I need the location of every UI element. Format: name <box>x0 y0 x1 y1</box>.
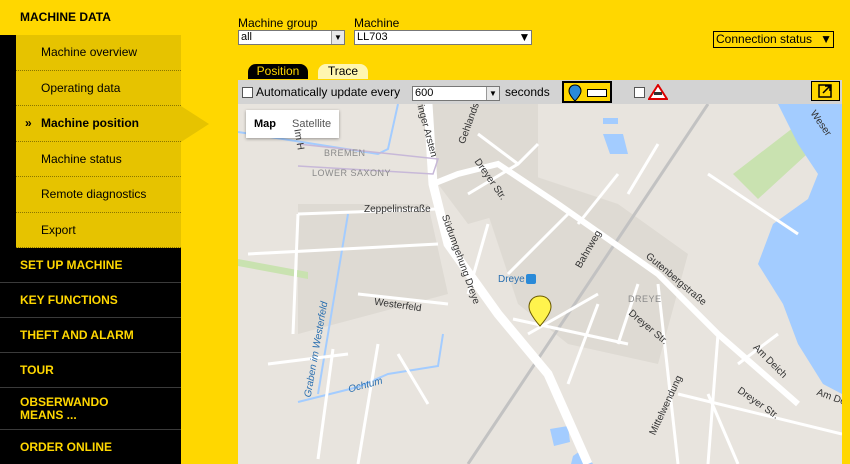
chevron-down-icon: ▼ <box>331 31 344 44</box>
nav-section-key-functions[interactable]: KEY FUNCTIONS <box>0 283 181 318</box>
tab-trace[interactable]: Trace <box>318 64 368 79</box>
nav-section-order-online[interactable]: ORDER ONLINE <box>0 430 181 464</box>
fullscreen-button[interactable] <box>811 81 840 101</box>
warning-triangle-icon <box>648 84 668 100</box>
sidebar-item-label: Operating data <box>41 80 121 95</box>
nav-section-set-up-machine[interactable]: SET UP MACHINE <box>0 248 181 283</box>
map-type-map-button[interactable]: Map <box>246 110 284 138</box>
map-canvas <box>238 104 842 464</box>
sidebar-item-label: Remote diagnostics <box>41 187 147 201</box>
map-view[interactable]: Map Satellite Weser BREMEN LOWER SAXONY Z… <box>238 104 842 464</box>
update-interval-value: 600 <box>415 87 434 99</box>
chevron-down-icon: ▼ <box>820 32 832 46</box>
machine-label: Machine <box>354 16 400 30</box>
nav-section-tour[interactable]: TOUR <box>0 353 181 388</box>
machine-group-value: all <box>241 31 253 43</box>
nav-section-theft-and-alarm[interactable]: THEFT AND ALARM <box>0 318 181 353</box>
chevron-down-icon: ▼ <box>486 87 499 100</box>
sidebar-nav: MACHINE DATA Machine overview Operating … <box>0 0 209 464</box>
map-label-dreye-area: DREYE <box>628 294 662 304</box>
seconds-label: seconds <box>505 85 550 99</box>
sidebar-item-machine-status[interactable]: Machine status <box>16 141 181 177</box>
connection-status-label: Connection status <box>716 32 813 46</box>
tab-position[interactable]: Position <box>248 64 308 79</box>
map-pin-icon <box>568 84 582 102</box>
app-root: MACHINE DATA Machine overview Operating … <box>0 0 850 464</box>
sidebar-item-label: Machine position <box>41 116 140 130</box>
machine-select[interactable]: LL703 ▼ <box>354 30 532 45</box>
sidebar-item-operating-data[interactable]: Operating data <box>16 70 181 106</box>
warning-filter-checkbox[interactable] <box>634 87 645 98</box>
sidebar-item-label: Export <box>41 222 76 237</box>
expand-icon <box>818 84 832 98</box>
machine-group-label: Machine group <box>238 16 318 30</box>
sidebar-item-remote-diagnostics[interactable]: Remote diagnostics <box>16 177 181 213</box>
nav-section-machine-data[interactable]: MACHINE DATA <box>0 0 181 35</box>
map-label-zeppelinstrasse: Zeppelinstraße <box>364 204 431 215</box>
connection-status-select[interactable]: Connection status ▼ <box>713 31 834 48</box>
map-label-lower-saxony: LOWER SAXONY <box>312 168 392 178</box>
active-arrow-icon: » <box>25 116 32 130</box>
show-position-toggle[interactable] <box>562 81 612 103</box>
ruler-icon <box>587 89 607 97</box>
sidebar-item-export[interactable]: Export <box>16 212 181 248</box>
map-label-dreye-station: Dreye <box>498 274 525 285</box>
map-label-bremen: BREMEN <box>324 148 366 158</box>
auto-update-checkbox[interactable] <box>242 87 253 98</box>
sidebar-item-label: Machine status <box>41 151 122 166</box>
nav-section-observando-means[interactable]: OBSERWANDO MEANS ... <box>0 388 181 430</box>
sidebar-item-machine-position[interactable]: » Machine position <box>16 106 209 142</box>
auto-update-label: Automatically update every <box>256 85 401 99</box>
nav-section-label: OBSERWANDO MEANS ... <box>20 395 109 422</box>
chevron-down-icon: ▼ <box>518 30 531 44</box>
map-toolbar: Automatically update every 600 ▼ seconds <box>238 80 842 104</box>
machine-group-select[interactable]: all ▼ <box>238 30 345 45</box>
sidebar-item-label: Machine overview <box>41 45 138 59</box>
machine-value: LL703 <box>357 31 388 43</box>
train-station-icon <box>526 274 536 284</box>
sidebar-item-machine-overview[interactable]: Machine overview <box>16 35 181 71</box>
update-interval-select[interactable]: 600 ▼ <box>412 86 500 101</box>
